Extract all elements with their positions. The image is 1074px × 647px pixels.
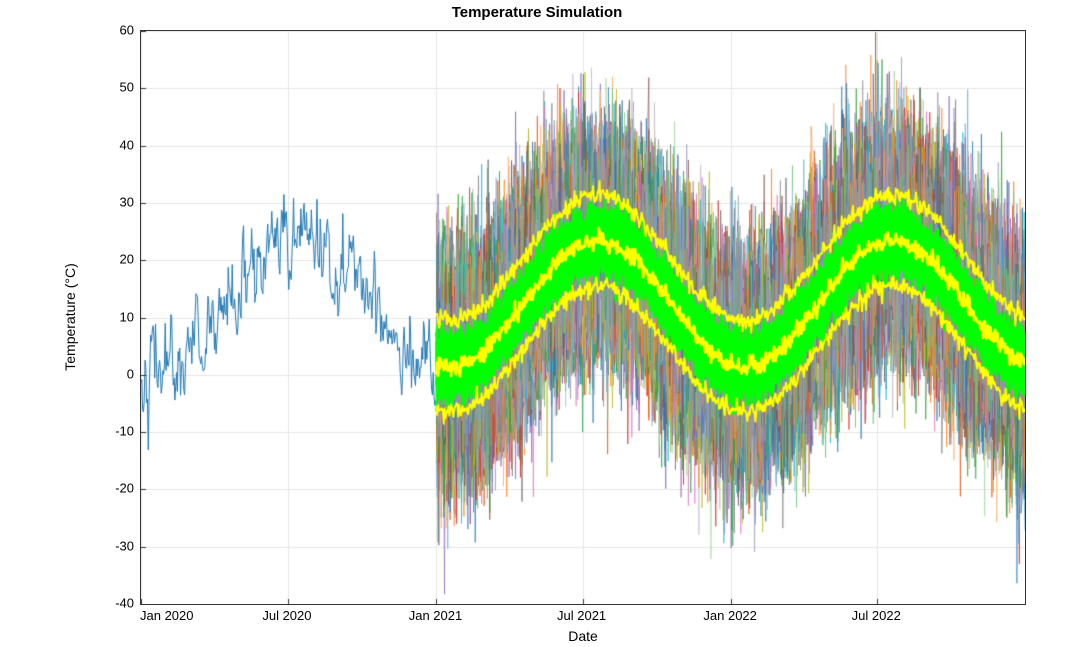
chart-title: Temperature Simulation: [0, 4, 1074, 21]
xtick-2: Jan 2021: [409, 608, 463, 623]
ytick-7: 30: [94, 194, 134, 209]
ytick-6: 20: [94, 252, 134, 267]
y-axis-label: Temperature (°C): [62, 263, 78, 371]
ytick-4: 0: [94, 366, 134, 381]
ytick-10: 60: [94, 23, 134, 38]
ytick-1: -30: [94, 538, 134, 553]
xtick-0: Jan 2020: [140, 608, 194, 623]
ytick-2: -20: [94, 481, 134, 496]
x-axis-label: Date: [568, 628, 598, 644]
lines-canvas: [141, 31, 1025, 604]
xtick-1: Jul 2020: [262, 608, 311, 623]
plot-area: [140, 30, 1026, 605]
xtick-4: Jan 2022: [703, 608, 757, 623]
xtick-3: Jul 2021: [557, 608, 606, 623]
ytick-3: -10: [94, 424, 134, 439]
xtick-5: Jul 2022: [852, 608, 901, 623]
ytick-8: 40: [94, 137, 134, 152]
ytick-0: -40: [94, 596, 134, 611]
ytick-9: 50: [94, 80, 134, 95]
ytick-5: 10: [94, 309, 134, 324]
